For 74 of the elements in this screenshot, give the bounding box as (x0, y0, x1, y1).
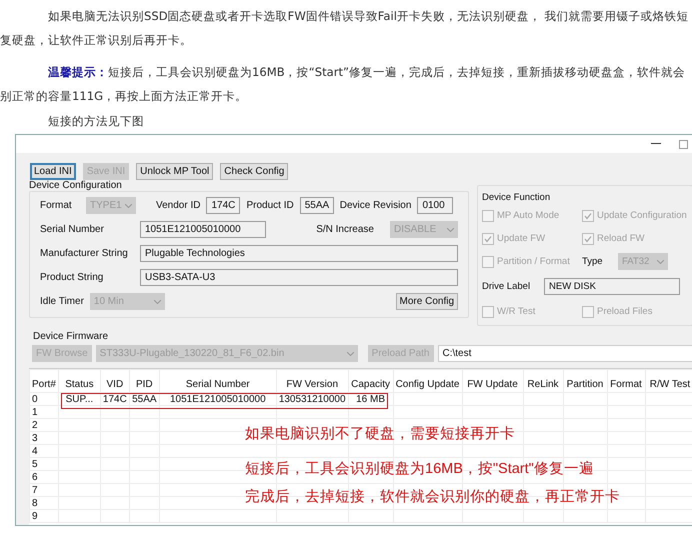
text-field[interactable]: 174C (206, 197, 240, 214)
checkmark-icon (584, 234, 592, 242)
table-cell: 16 MB (348, 392, 394, 406)
group-title: Device Function (482, 192, 552, 203)
dropdown-caret-icon (125, 204, 132, 208)
column-header: Format (607, 370, 645, 392)
text-field[interactable]: USB3-SATA-U3 (140, 269, 458, 286)
text-field[interactable]: 0100 (417, 197, 454, 214)
field-label: Drive Label (482, 281, 532, 292)
group-title: Device Firmware (33, 331, 108, 342)
dropdown-caret-icon (346, 352, 354, 356)
minimize-icon[interactable] (651, 143, 661, 145)
column-header: ReLink (523, 370, 563, 392)
column-header: Port# (30, 370, 58, 392)
field-label: Product String (40, 272, 104, 283)
text-field[interactable]: Plugable Technologies (140, 245, 458, 262)
annotation-text: 短接后，工具会识别硬盘为16MB，按"Start"修复一遍 (245, 460, 594, 478)
tip-label: 温馨提示： (48, 65, 108, 79)
field-label: Serial Number (40, 224, 105, 235)
dropdown-caret-icon (447, 228, 454, 232)
more-config-button[interactable]: More Config (396, 293, 458, 310)
text-field[interactable]: C:\test (438, 345, 692, 362)
row-number: 7 (30, 484, 58, 496)
paragraph-line: 如果电脑无法识别SSD固态硬盘或者开卡选取FW固件错误导致Fail开卡失败，无法识别硬盘， 我们就需要用镊子或烙铁短 (47, 8, 690, 25)
table-cell: SUP... (58, 392, 100, 406)
dropdown-caret-icon (657, 260, 664, 264)
field-label: Format (40, 200, 73, 211)
annotation-text: 完成后，去掉短接，软件就会识别你的硬盘，再正常开卡 (245, 488, 620, 506)
column-header: R/W Test (645, 370, 692, 392)
paragraph-line: 别正常的容量111G，再按上面方法正常开卡。 (0, 88, 248, 105)
field-label: Manufacturer String (40, 248, 129, 259)
checkmark-icon (584, 212, 592, 220)
toolbar-button[interactable]: Load INI (30, 163, 76, 180)
column-header: Serial Number (159, 370, 276, 392)
field-label: Type (582, 256, 604, 267)
column-header: Config Update (393, 370, 462, 392)
row-number: 1 (30, 406, 58, 418)
paragraph-line: 短接后，工具会识别硬盘为16MB，按“Start”修复一遍，完成后，去掉短接，重新插拔移动硬盘盒，软件就会 (108, 65, 686, 79)
caption: 短接的方法见下图 (47, 114, 145, 129)
table-cell: 1051E121005010000 (159, 392, 276, 406)
row-number: 2 (30, 418, 58, 432)
paragraph-line: 复硬盘，让软件正常识别后再开卡。 (0, 32, 193, 49)
annotation-text: 如果电脑识别不了硬盘，需要短接再开卡 (245, 425, 515, 443)
maximize-icon[interactable] (679, 140, 688, 148)
group-title: Device Configuration (29, 180, 122, 191)
toolbar-button[interactable]: Unlock MP Tool (136, 163, 214, 180)
column-header: VID (100, 370, 130, 392)
dropdown-caret-icon (154, 300, 161, 304)
field-label: Idle Timer (40, 296, 84, 307)
column-header: Status (58, 370, 100, 392)
row-number: 3 (30, 432, 58, 444)
field-label: Vendor ID (156, 200, 200, 211)
field-label: Product ID (246, 200, 294, 211)
column-header: FW Update (462, 370, 523, 392)
row-number: 9 (30, 510, 58, 522)
checkmark-icon (484, 234, 492, 242)
text-field[interactable]: NEW DISK (544, 278, 680, 295)
row-number: 0 (30, 392, 58, 406)
table-cell: 174C (100, 392, 130, 406)
text-field[interactable]: 55AA (300, 197, 334, 214)
row-number: 4 (30, 444, 58, 458)
field-label: Device Revision (340, 200, 412, 211)
table-cell: 55AA (129, 392, 160, 406)
toolbar-button[interactable]: Check Config (220, 163, 288, 180)
column-header: Capacity (348, 370, 394, 392)
row-number: 6 (30, 470, 58, 484)
column-header: PID (129, 370, 160, 392)
column-header: FW Version (276, 370, 348, 392)
field-label: S/N Increase (316, 224, 374, 235)
row-number: 5 (30, 458, 58, 470)
text-field[interactable]: 1051E121005010000 (140, 221, 266, 238)
row-number: 8 (30, 496, 58, 510)
table-cell: 130531210000 (276, 392, 348, 406)
column-header: Partition (563, 370, 607, 392)
